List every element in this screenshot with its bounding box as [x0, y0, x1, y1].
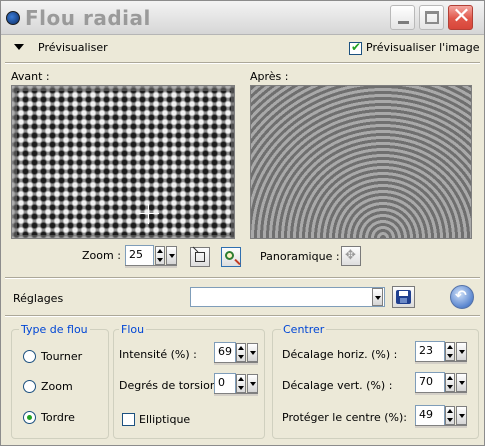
maximize-button[interactable]: [419, 5, 444, 30]
collapse-triangle-icon[interactable]: [14, 44, 24, 50]
blur-title: Flou: [119, 323, 147, 336]
zoom-label: Zoom :: [82, 249, 121, 262]
center-title: Centrer: [281, 323, 327, 336]
protect-center-input[interactable]: 49: [415, 405, 445, 426]
minimize-button[interactable]: [390, 5, 415, 30]
app-icon: [6, 11, 20, 25]
settings-label: Réglages: [13, 292, 64, 305]
close-button[interactable]: ✕: [448, 4, 473, 30]
check-icon: ✔: [351, 40, 362, 54]
intensity-input[interactable]: 69: [214, 342, 236, 363]
radio-rotate[interactable]: [23, 350, 36, 363]
preset-combobox[interactable]: [190, 287, 385, 307]
before-preview-image[interactable]: [11, 85, 235, 239]
intensity-label: Intensité (%) :: [119, 348, 197, 361]
zoom-tool-button[interactable]: [221, 247, 241, 267]
reset-icon: ↶: [455, 288, 467, 304]
intensity-slider[interactable]: [214, 362, 258, 365]
protect-center-dropdown[interactable]: [456, 406, 467, 425]
after-label: Après :: [250, 70, 289, 83]
preview-border-shade: [12, 86, 234, 238]
intensity-dropdown[interactable]: [247, 343, 258, 362]
zoom-dropdown[interactable]: [166, 246, 177, 265]
twist-degrees-slider[interactable]: [214, 393, 258, 396]
twist-degrees-dropdown[interactable]: [247, 374, 258, 393]
preview-image-checkbox[interactable]: ✔: [349, 40, 362, 55]
separator: [5, 277, 480, 279]
close-icon: ✕: [452, 4, 471, 29]
fit-window-icon: [195, 252, 205, 262]
window-title: Flou radial: [25, 6, 151, 30]
protect-center-label: Protéger le centre (%):: [282, 411, 408, 424]
radio-zoom[interactable]: [23, 380, 36, 393]
blur-type-title: Type de flou: [19, 323, 90, 336]
elliptic-label[interactable]: Elliptique: [139, 413, 190, 426]
elliptic-checkbox[interactable]: [122, 413, 135, 426]
protect-center-slider[interactable]: [415, 425, 467, 428]
twist-degrees-label: Degrés de torsion :: [119, 379, 224, 392]
pan-label: Panoramique :: [260, 250, 340, 263]
reset-button[interactable]: ↶: [450, 285, 474, 309]
vertical-offset-input[interactable]: 70: [415, 372, 445, 393]
twist-degrees-spinner[interactable]: [236, 374, 246, 393]
radio-rotate-label[interactable]: Tourner: [41, 350, 82, 363]
radio-twist-label[interactable]: Tordre: [41, 411, 75, 424]
horizontal-offset-label: Décalage horiz. (%) :: [282, 348, 398, 361]
magnifier-icon: [225, 251, 234, 260]
maximize-icon: [425, 11, 439, 24]
horizontal-offset-slider[interactable]: [415, 361, 467, 364]
vertical-offset-spinner[interactable]: [445, 373, 455, 392]
zoom-input[interactable]: 25: [125, 245, 154, 266]
twist-degrees-input[interactable]: 0: [214, 373, 236, 394]
save-preset-button[interactable]: [392, 286, 415, 308]
pan-cross-icon: ✥: [345, 248, 356, 263]
radio-selected-dot: [27, 415, 32, 420]
after-preview-image: [250, 85, 472, 239]
radio-twist[interactable]: [23, 411, 36, 424]
horizontal-offset-input[interactable]: 23: [415, 341, 445, 362]
crosshair-icon[interactable]: [139, 204, 159, 224]
minimize-icon: [398, 21, 409, 24]
horizontal-offset-spinner[interactable]: [445, 342, 455, 361]
pan-button[interactable]: ✥: [341, 246, 361, 266]
horizontal-offset-dropdown[interactable]: [456, 342, 467, 361]
radial-blur-dialog: Flou radial ✕ Prévisualiser ✔ Prévisuali…: [0, 0, 485, 446]
before-label: Avant :: [11, 70, 50, 83]
fit-view-button[interactable]: [190, 247, 210, 267]
separator: [5, 315, 480, 317]
separator: [5, 62, 480, 64]
preview-label: Prévisualiser: [38, 41, 108, 54]
zoom-slider[interactable]: [125, 265, 177, 268]
preset-dropdown[interactable]: [372, 288, 383, 306]
protect-center-spinner[interactable]: [445, 406, 455, 425]
intensity-spinner[interactable]: [236, 343, 246, 362]
save-disk-icon: [396, 290, 411, 304]
vertical-offset-dropdown[interactable]: [456, 373, 467, 392]
vertical-offset-label: Décalage vert. (%) :: [282, 379, 393, 392]
radio-zoom-label[interactable]: Zoom: [41, 380, 73, 393]
preview-image-label[interactable]: Prévisualiser l'image: [366, 41, 479, 54]
title-bar[interactable]: Flou radial ✕: [1, 1, 484, 35]
vertical-offset-slider[interactable]: [415, 392, 467, 395]
zoom-spinner[interactable]: [155, 246, 165, 265]
